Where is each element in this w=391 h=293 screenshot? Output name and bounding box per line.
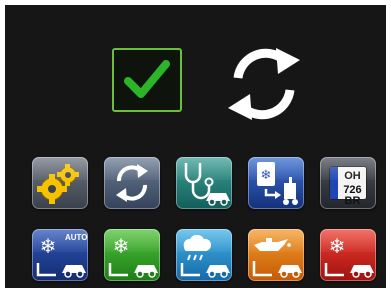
leak-test-button[interactable] — [176, 229, 232, 281]
plate-line-1: OH — [344, 170, 361, 182]
sync-icon — [116, 164, 148, 202]
ac-green-button[interactable]: ❄ — [104, 229, 160, 281]
oil-button[interactable] — [248, 229, 304, 281]
eu-band — [330, 167, 338, 199]
svg-text:❄: ❄ — [329, 234, 346, 258]
svg-text:❄: ❄ — [261, 168, 272, 183]
svg-text:❄: ❄ — [113, 234, 130, 258]
license-plate-icon: OH 726 BR — [329, 166, 367, 207]
settings-button[interactable] — [32, 157, 88, 209]
auto-label: AUTO — [65, 233, 88, 242]
oil-can-car-icon — [252, 238, 302, 278]
auto-climate-button[interactable]: ❄ AUTO — [32, 229, 88, 281]
snowflake-car-icon: ❄ — [108, 234, 158, 278]
cloud-drops-car-icon — [180, 234, 230, 278]
gears-icon — [37, 164, 79, 204]
sync-button[interactable] — [104, 157, 160, 209]
ac-service-button[interactable]: ❄ — [248, 157, 304, 209]
diagnostics-button[interactable] — [176, 157, 232, 209]
plate-line-2: 726 BR — [343, 184, 362, 207]
license-plate-button[interactable]: OH 726 BR — [320, 157, 376, 209]
stethoscope-car-icon — [184, 163, 230, 206]
ac-service-unit-icon: ❄ — [257, 162, 298, 205]
display-screen: ❄ OH 726 BR ❄ AUTO ❄ ❄ — [5, 5, 386, 288]
sync-icon — [218, 38, 310, 130]
status-check-icon — [112, 48, 182, 112]
svg-text:❄: ❄ — [40, 234, 57, 258]
ac-red-button[interactable]: ❄ — [320, 229, 376, 281]
snowflake-car-icon: ❄ — [324, 234, 374, 278]
